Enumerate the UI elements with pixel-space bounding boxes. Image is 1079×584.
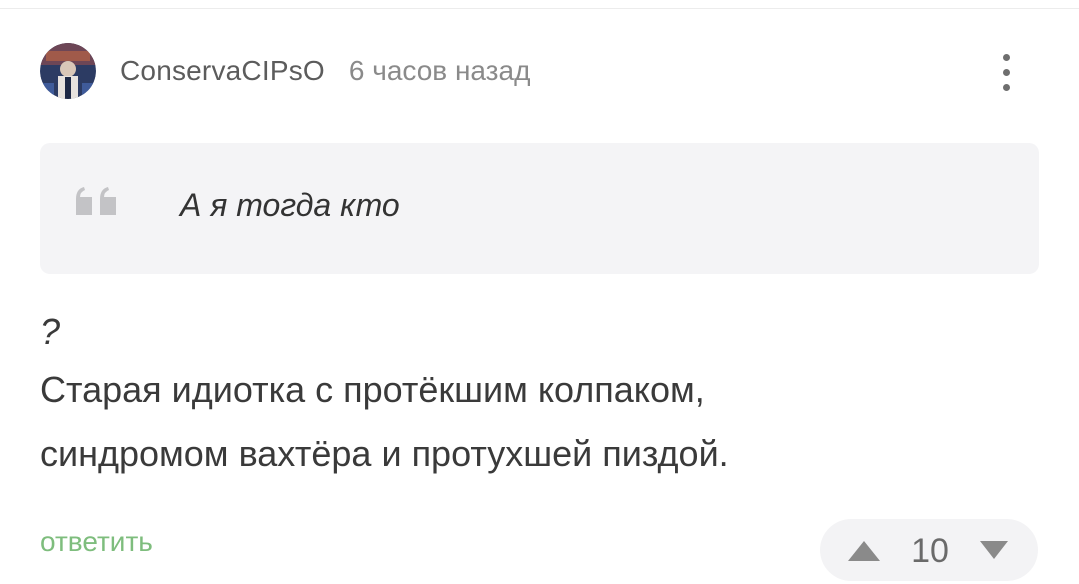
comment-body-line: ? [40, 311, 61, 352]
comment-body-line: Старая идиотка с протёкшим колпаком, [40, 369, 705, 410]
user-avatar-icon [40, 43, 96, 99]
quote-text: А я тогда кто [180, 187, 400, 223]
avatar[interactable] [40, 43, 96, 99]
vote-widget: 10 [820, 519, 1038, 581]
more-vertical-icon-dot [1002, 68, 1010, 76]
comment-header: ConservaCIPsO 6 часов назад [40, 42, 530, 100]
triangle-up-icon[interactable] [846, 539, 882, 563]
comment-body-line: синдромом вахтёра и протухшей пиздой. [40, 433, 729, 474]
more-options-button[interactable] [986, 44, 1026, 100]
vote-count: 10 [911, 532, 949, 570]
reply-button[interactable]: ответить [40, 526, 153, 558]
more-vertical-icon-dot [1002, 83, 1010, 91]
author-name[interactable]: ConservaCIPsO [120, 55, 325, 87]
quote-icon [76, 187, 116, 215]
comment-timestamp: 6 часов назад [348, 55, 531, 86]
quoted-message: А я тогда кто [40, 143, 1039, 274]
comment-body: ? Старая идиотка с протёкшим колпаком, с… [40, 306, 1040, 486]
more-vertical-icon [1002, 53, 1010, 61]
triangle-down-icon[interactable] [978, 539, 1010, 561]
comment-card: ConservaCIPsO 6 часов назад А я тогда кт… [0, 0, 1079, 584]
